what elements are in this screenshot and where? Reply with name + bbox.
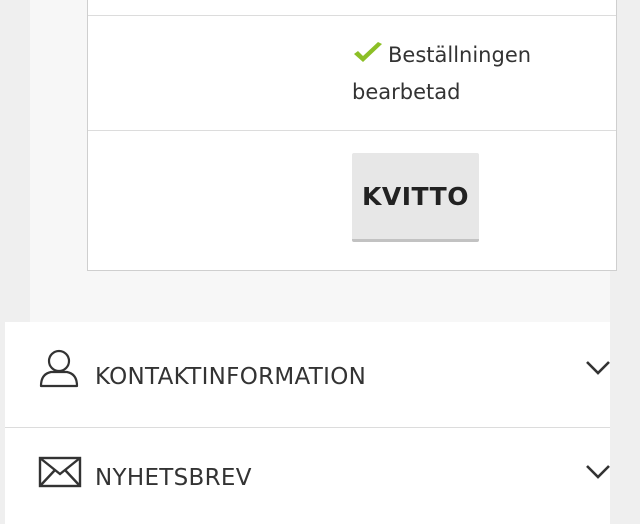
order-status-row: Beställningen bearbetad — [88, 16, 616, 131]
accordion-newsletter[interactable]: NYHETSBREV — [5, 428, 610, 524]
accordion-label: NYHETSBREV — [95, 465, 252, 491]
accordion-contact-info[interactable]: KONTAKTINFORMATION — [5, 322, 610, 428]
order-section: Beställningen bearbetad KVITTO — [30, 0, 617, 322]
account-accordion: KONTAKTINFORMATION NYHETSBREV — [5, 322, 610, 524]
receipt-button[interactable]: KVITTO — [352, 153, 479, 242]
user-icon — [38, 348, 80, 394]
envelope-icon — [38, 456, 82, 492]
check-icon — [352, 41, 384, 75]
order-card: Beställningen bearbetad KVITTO — [87, 0, 617, 271]
chevron-down-icon[interactable] — [585, 360, 611, 380]
order-status: Beställningen bearbetad — [352, 38, 552, 109]
chevron-down-icon[interactable] — [585, 464, 611, 484]
order-row — [88, 0, 616, 16]
accordion-label: KONTAKTINFORMATION — [95, 364, 367, 390]
order-receipt-row: KVITTO — [88, 131, 616, 270]
